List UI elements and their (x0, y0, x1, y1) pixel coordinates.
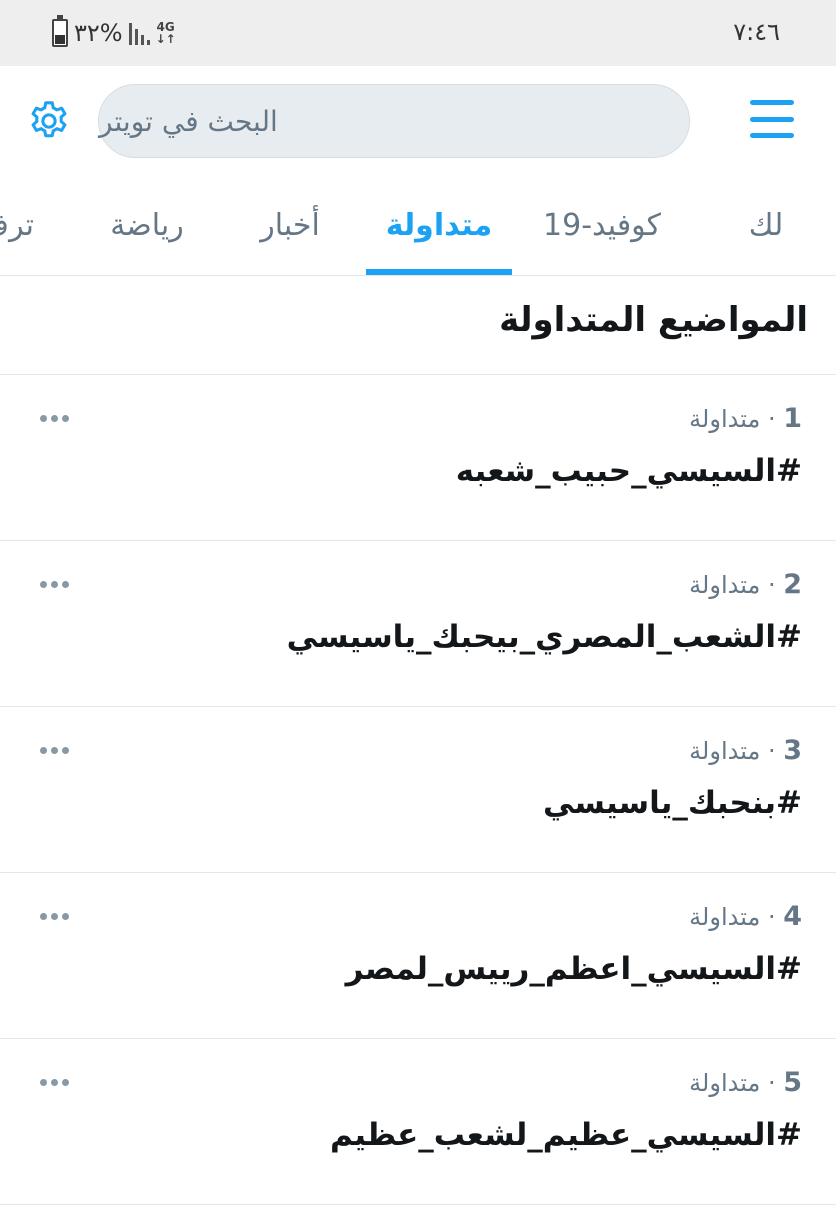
tab-sports[interactable]: رياضة (104, 176, 190, 275)
signal-icon (128, 21, 150, 45)
network-type-label: 4G (156, 20, 175, 34)
tab-covid19[interactable]: كوفيد-19 (536, 176, 668, 275)
app-header: البحث في تويتر (0, 66, 836, 176)
network-type-icon: 4G ↓↑ (155, 20, 176, 46)
hamburger-icon[interactable] (750, 100, 794, 138)
trend-category: متداولة (689, 571, 761, 599)
more-options-icon[interactable] (40, 581, 69, 588)
explore-tabs: لك كوفيد-19 متداولة أخبار رياضة ترف (0, 176, 836, 276)
trend-rank: 5 (783, 1067, 802, 1098)
battery-icon (52, 15, 68, 47)
trend-category: متداولة (689, 737, 761, 765)
trend-name[interactable]: #بنحبك_ياسيسي (543, 785, 802, 821)
tab-for-you[interactable]: لك (746, 176, 786, 275)
trend-item[interactable]: 3 · متداولة #بنحبك_ياسيسي (0, 707, 836, 873)
search-placeholder: البحث في تويتر (99, 104, 278, 138)
trend-meta: 4 · متداولة (689, 901, 802, 932)
tab-trending[interactable]: متداولة (366, 176, 512, 275)
search-input[interactable]: البحث في تويتر (98, 84, 690, 158)
trend-list: 1 · متداولة #السيسي_حبيب_شعبه 2 · متداول… (0, 375, 836, 1205)
more-options-icon[interactable] (40, 1079, 69, 1086)
trend-rank: 4 (783, 901, 802, 932)
more-options-icon[interactable] (40, 415, 69, 422)
more-options-icon[interactable] (40, 913, 69, 920)
trend-rank: 3 (783, 735, 802, 766)
tab-news[interactable]: أخبار (252, 176, 328, 275)
tab-entertainment[interactable]: ترف (0, 176, 34, 275)
trend-rank: 2 (783, 569, 802, 600)
trend-meta: 1 · متداولة (689, 403, 802, 434)
status-time: ٧:٤٦ (733, 18, 780, 46)
trend-name[interactable]: #السيسي_اعظم_رييس_لمصر (346, 951, 802, 987)
status-indicators: ٣٢% 4G ↓↑ (52, 15, 176, 50)
trend-item[interactable]: 4 · متداولة #السيسي_اعظم_رييس_لمصر (0, 873, 836, 1039)
trend-name[interactable]: #السيسي_حبيب_شعبه (456, 453, 802, 489)
trend-item[interactable]: 1 · متداولة #السيسي_حبيب_شعبه (0, 375, 836, 541)
status-bar: ٣٢% 4G ↓↑ ٧:٤٦ (0, 0, 836, 66)
trend-item[interactable]: 2 · متداولة #الشعب_المصري_بيحبك_ياسيسي (0, 541, 836, 707)
trend-meta: 3 · متداولة (689, 735, 802, 766)
trend-item[interactable]: 5 · متداولة #السيسي_عظيم_لشعب_عظيم (0, 1039, 836, 1205)
trend-category: متداولة (689, 1069, 761, 1097)
trend-name[interactable]: #الشعب_المصري_بيحبك_ياسيسي (287, 619, 802, 655)
active-tab-indicator (366, 269, 512, 275)
battery-level: ٣٢% (74, 19, 123, 47)
trend-meta: 2 · متداولة (689, 569, 802, 600)
trend-meta: 5 · متداولة (689, 1067, 802, 1098)
section-title: المواضيع المتداولة (499, 300, 808, 340)
more-options-icon[interactable] (40, 747, 69, 754)
gear-icon[interactable] (26, 98, 72, 144)
trend-category: متداولة (689, 903, 761, 931)
trend-name[interactable]: #السيسي_عظيم_لشعب_عظيم (330, 1117, 802, 1153)
trend-rank: 1 (783, 403, 802, 434)
trend-category: متداولة (689, 405, 761, 433)
